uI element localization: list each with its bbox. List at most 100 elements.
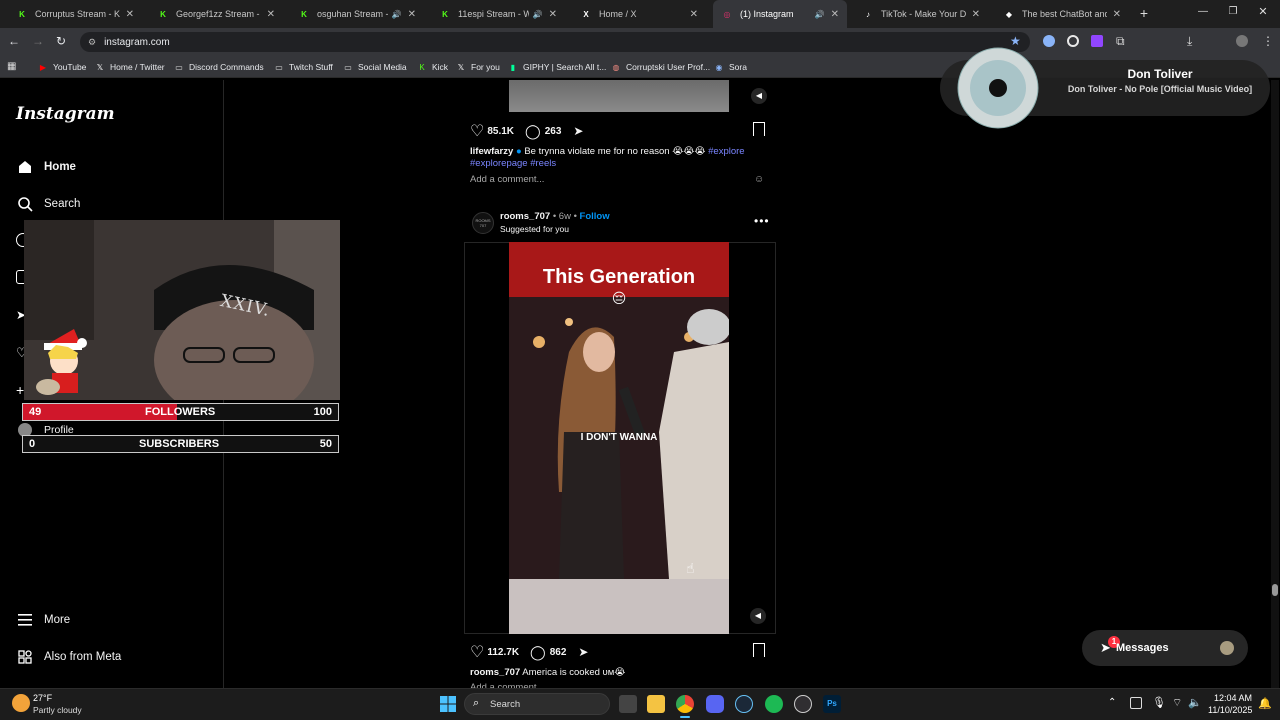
post1-add-comment[interactable]: Add a comment...	[470, 174, 544, 185]
post2-options-icon[interactable]: •••	[754, 214, 770, 228]
tab-audio-icon[interactable]: 🔊	[815, 10, 825, 19]
back-icon[interactable]: ←	[8, 34, 22, 48]
post2-follow-button[interactable]: Follow	[580, 211, 610, 222]
post2-like-icon[interactable]: ♡	[470, 642, 484, 662]
post2-avatar[interactable]: ROOMS 707	[472, 212, 494, 234]
nav-home[interactable]: Home	[16, 158, 76, 176]
post2-mute-icon[interactable]: ◀	[750, 608, 766, 624]
maximize-icon[interactable]: ❐	[1226, 6, 1240, 20]
scrollbar-thumb[interactable]	[1272, 584, 1278, 596]
menu-icon[interactable]: ⋮	[1262, 34, 1274, 48]
emoji-picker-icon[interactable]: ☺	[754, 174, 764, 185]
bookmark-item[interactable]: 𝕏 For you	[456, 60, 500, 74]
new-tab-button[interactable]: +	[1136, 5, 1152, 21]
profile-avatar-icon[interactable]	[1236, 35, 1248, 47]
post2-suggested: Suggested for you	[500, 224, 569, 234]
browser-tab[interactable]: K Corruptus Stream - Kick D... ✕	[8, 0, 142, 28]
bookmark-item[interactable]: 𝕏 Home / Twitter	[95, 60, 165, 74]
post1-hashtags[interactable]: #explorepage #reels	[470, 158, 556, 169]
extension-icon-2[interactable]	[1067, 35, 1079, 47]
microphone-icon[interactable]: 🎙	[1152, 696, 1166, 709]
browser-tab[interactable]: K 11espi Stream - Watch... 🔊 ✕	[431, 0, 565, 28]
post2-share-icon[interactable]: ➤	[578, 645, 588, 659]
system-tray-chevron-icon[interactable]: ⌃	[1108, 697, 1116, 708]
post1-media[interactable]	[509, 80, 729, 112]
obs-icon[interactable]	[794, 695, 812, 713]
volume-icon[interactable]: 🔈	[1188, 696, 1202, 709]
post2-comment-icon[interactable]: ◯	[530, 644, 546, 661]
tab-close-icon[interactable]: ✕	[549, 9, 557, 20]
spotify-icon[interactable]	[765, 695, 783, 713]
post2-caption-username[interactable]: rooms_707	[470, 667, 520, 678]
home-icon	[16, 158, 34, 176]
browser-tab[interactable]: ♪ TikTok - Make Your Day ✕	[854, 0, 988, 28]
task-view-icon[interactable]	[619, 695, 637, 713]
browser-tab[interactable]: K Georgef1zz Stream - Watc... ✕	[149, 0, 283, 28]
apps-grid-icon[interactable]: ▦	[7, 61, 16, 72]
bookmark-item[interactable]: ▭ Discord Commands	[174, 60, 263, 74]
steam-icon[interactable]	[735, 695, 753, 713]
nav-more[interactable]: More	[16, 611, 70, 629]
tab-close-icon[interactable]: ✕	[126, 9, 134, 20]
site-info-icon[interactable]: ⚙	[88, 37, 96, 48]
tray-app-icon[interactable]	[1130, 697, 1142, 709]
file-explorer-icon[interactable]	[647, 695, 665, 713]
chrome-icon[interactable]	[676, 695, 694, 713]
post1-comment-icon[interactable]: ◯	[525, 123, 541, 140]
notification-bell-icon[interactable]: 🔔	[1258, 697, 1272, 710]
vinyl-record-icon	[957, 47, 1039, 129]
discord-icon[interactable]	[706, 695, 724, 713]
tab-close-icon[interactable]: ✕	[408, 9, 416, 20]
tab-favicon-icon: ◎	[723, 9, 731, 19]
browser-tab[interactable]: Kosguhan Stream - Kick... 🔊 ✕	[290, 0, 424, 28]
bookmark-item[interactable]: ◍ Corruptski User Prof...	[611, 60, 711, 74]
bookmark-item[interactable]: K Kick	[417, 60, 448, 74]
browser-tab[interactable]: ◎ (1) Instagram 🔊 ✕	[713, 0, 847, 28]
tab-close-icon[interactable]: ✕	[690, 9, 698, 20]
downloads-icon[interactable]: ⤓	[1187, 34, 1192, 49]
clock-time[interactable]: 12:04 AM	[1212, 693, 1252, 703]
bookmark-item[interactable]: ▶ YouTube	[38, 60, 86, 74]
tab-close-icon[interactable]: ✕	[831, 9, 839, 20]
bookmark-item[interactable]: ▮ GIPHY | Search All t...	[508, 60, 607, 74]
tab-close-icon[interactable]: ✕	[972, 9, 980, 20]
messages-button[interactable]: ➤ 1 Messages	[1082, 630, 1248, 666]
tab-close-icon[interactable]: ✕	[1113, 9, 1121, 20]
bookmark-item[interactable]: ▭ Twitch Stuff	[274, 60, 333, 74]
extensions-icon[interactable]: ⧉	[1116, 34, 1125, 49]
post1-like-icon[interactable]: ♡	[470, 121, 484, 141]
weather-icon[interactable]	[12, 694, 30, 712]
bookmark-item[interactable]: ▭ Social Media	[343, 60, 406, 74]
weather-temp[interactable]: 27°F	[33, 693, 52, 703]
create-icon[interactable]: +	[16, 382, 24, 398]
instagram-logo[interactable]: Instagram	[16, 104, 115, 124]
post1-username[interactable]: lifewfarzy	[470, 146, 513, 157]
browser-tab[interactable]: X Home / X ✕	[572, 0, 706, 28]
taskbar-search-box[interactable]: ⌕ Search	[464, 693, 610, 715]
now-playing-overlay: Don Toliver Don Toliver - No Pole [Offic…	[940, 47, 1270, 129]
post2-save-icon[interactable]	[753, 643, 765, 657]
tab-audio-icon[interactable]: 🔊	[533, 10, 543, 19]
post1-save-icon[interactable]	[753, 122, 765, 136]
post1-mute-icon[interactable]: ◀	[751, 88, 767, 104]
address-bar[interactable]: ⚙ instagram.com	[80, 32, 1030, 52]
reload-icon[interactable]: ↻	[56, 34, 70, 48]
post2-username[interactable]: rooms_707	[500, 211, 550, 222]
page-scrollbar[interactable]	[1271, 80, 1279, 688]
twitch-extension-icon[interactable]	[1091, 35, 1103, 47]
post1-hashtag-explore[interactable]: #explore	[708, 146, 744, 157]
forward-icon[interactable]: →	[32, 34, 46, 48]
bookmark-item[interactable]: ◉ Sora	[714, 60, 747, 74]
photoshop-icon[interactable]: Ps	[823, 695, 841, 713]
post1-share-icon[interactable]: ➤	[573, 124, 583, 138]
nav-also-from-meta[interactable]: Also from Meta	[16, 648, 121, 666]
windows-start-icon[interactable]	[440, 696, 456, 712]
tab-close-icon[interactable]: ✕	[267, 9, 275, 20]
close-window-icon[interactable]: ✕	[1256, 5, 1270, 19]
nav-search[interactable]: Search	[16, 195, 80, 213]
wifi-icon[interactable]: ⌔	[1172, 696, 1182, 710]
tab-audio-icon[interactable]: 🔊	[392, 10, 402, 19]
clock-date[interactable]: 11/10/2025	[1208, 705, 1252, 715]
minimize-icon[interactable]: —	[1196, 6, 1210, 20]
browser-tab[interactable]: ◆ The best ChatBot and Wri... ✕	[995, 0, 1129, 28]
